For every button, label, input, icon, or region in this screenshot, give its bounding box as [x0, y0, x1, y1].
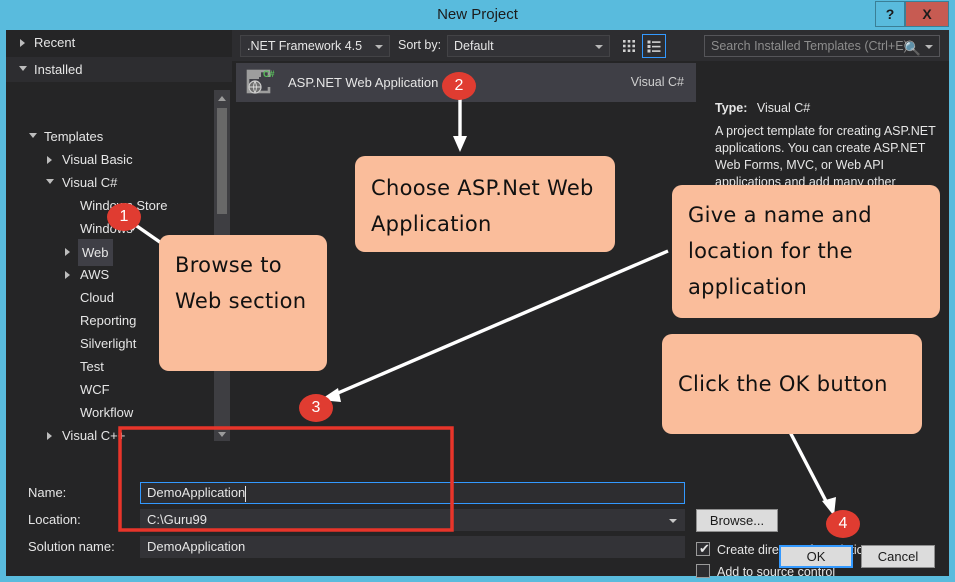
- sidebar-item-wcf[interactable]: WCF: [6, 377, 232, 402]
- framework-version-value: .NET Framework 4.5: [247, 39, 362, 53]
- text-caret: [245, 486, 246, 502]
- chevron-down-icon: [46, 179, 54, 184]
- chevron-down-icon: [19, 66, 27, 71]
- sidebar-item-visual-basic[interactable]: Visual Basic: [6, 147, 232, 172]
- sidebar-item-label: Recent: [34, 30, 75, 55]
- chevron-right-icon: [47, 156, 52, 164]
- create-directory-checkbox[interactable]: ✔: [696, 542, 710, 556]
- sidebar-item-label: Visual Basic: [62, 147, 133, 172]
- scroll-down-icon[interactable]: [214, 426, 230, 442]
- sidebar-item-label: Silverlight: [80, 331, 136, 356]
- sidebar-item-label: Visual C#: [62, 170, 117, 195]
- search-placeholder: Search Installed Templates (Ctrl+E): [711, 39, 908, 53]
- description-type-label: Type:: [715, 101, 747, 115]
- search-input[interactable]: Search Installed Templates (Ctrl+E) 🔍: [704, 35, 940, 57]
- sidebar-item-label: Workflow: [80, 400, 133, 425]
- check-icon: ✔: [699, 540, 710, 558]
- sidebar-item-workflow[interactable]: Workflow: [6, 400, 232, 425]
- solution-name-field[interactable]: DemoApplication: [140, 536, 685, 558]
- step-badge-3: 3: [299, 394, 333, 422]
- sidebar-item-label: Installed: [34, 57, 82, 82]
- location-label: Location:: [28, 510, 81, 530]
- framework-version-select[interactable]: .NET Framework 4.5: [240, 35, 390, 57]
- add-source-control-checkbox[interactable]: [696, 564, 710, 578]
- location-field[interactable]: C:\Guru99: [140, 509, 685, 531]
- callout-browse-web: Browse to Web section: [159, 235, 327, 371]
- title-bar: New Project ? X: [0, 0, 955, 30]
- svg-text:C#: C#: [263, 69, 275, 79]
- chevron-right-icon: [20, 39, 25, 47]
- csharp-web-project-icon: C#: [246, 68, 276, 98]
- chevron-right-icon: [65, 271, 70, 279]
- ok-button[interactable]: OK: [779, 545, 853, 568]
- sidebar-item-label: AWS: [80, 262, 109, 287]
- sidebar-item-label: Templates: [44, 124, 103, 149]
- sort-by-label: Sort by:: [398, 35, 441, 57]
- chevron-down-icon[interactable]: [925, 45, 933, 49]
- scrollbar-thumb[interactable]: [217, 108, 227, 214]
- callout-choose-template: Choose ASP.Net Web Application: [355, 156, 615, 252]
- solution-name-label: Solution name:: [28, 537, 115, 557]
- list-view-icon[interactable]: [642, 34, 666, 58]
- step-badge-1: 1: [107, 203, 141, 231]
- grid-view-icon[interactable]: [617, 34, 641, 58]
- cancel-button[interactable]: Cancel: [861, 545, 935, 568]
- sidebar-item-label: Test: [80, 354, 104, 379]
- callout-give-name: Give a name and location for the applica…: [672, 185, 940, 318]
- templates-toolbar: .NET Framework 4.5 Sort by: Default: [232, 30, 949, 61]
- sidebar-item-templates[interactable]: Templates: [6, 124, 232, 149]
- chevron-down-icon: [375, 45, 383, 49]
- chevron-down-icon: [29, 133, 37, 138]
- browse-button[interactable]: Browse...: [696, 509, 778, 532]
- chevron-right-icon: [65, 248, 70, 256]
- sidebar-item-label: Reporting: [80, 308, 136, 333]
- solution-name-value: DemoApplication: [147, 539, 245, 554]
- list-item-language: Visual C#: [631, 63, 684, 102]
- step-badge-4: 4: [826, 510, 860, 538]
- chevron-right-icon: [47, 432, 52, 440]
- callout-click-ok: Click the OK button: [662, 334, 922, 434]
- help-button[interactable]: ?: [875, 1, 905, 27]
- name-value: DemoApplication: [147, 485, 245, 500]
- chevron-down-icon[interactable]: [669, 519, 677, 523]
- chevron-down-icon: [595, 45, 603, 49]
- sort-by-select[interactable]: Default: [447, 35, 610, 57]
- description-type-value: Visual C#: [757, 101, 810, 115]
- close-button[interactable]: X: [905, 1, 949, 27]
- scroll-up-icon[interactable]: [214, 90, 230, 106]
- sidebar-item-visual-csharp[interactable]: Visual C#: [6, 170, 232, 195]
- sidebar-item-label: Cloud: [80, 285, 114, 310]
- name-label: Name:: [28, 483, 66, 503]
- sidebar-item-installed[interactable]: Installed: [6, 57, 232, 82]
- location-value: C:\Guru99: [147, 512, 207, 527]
- sidebar-item-label: WCF: [80, 377, 110, 402]
- list-item-title: ASP.NET Web Application: [288, 63, 438, 102]
- step-badge-2: 2: [442, 72, 476, 100]
- description-type-row: Type: Visual C#: [715, 101, 810, 115]
- search-icon: 🔍: [904, 38, 921, 58]
- page-title: New Project: [0, 0, 955, 30]
- name-field[interactable]: DemoApplication: [140, 482, 685, 504]
- sort-by-value: Default: [454, 39, 494, 53]
- sidebar-item-recent[interactable]: Recent: [6, 30, 232, 55]
